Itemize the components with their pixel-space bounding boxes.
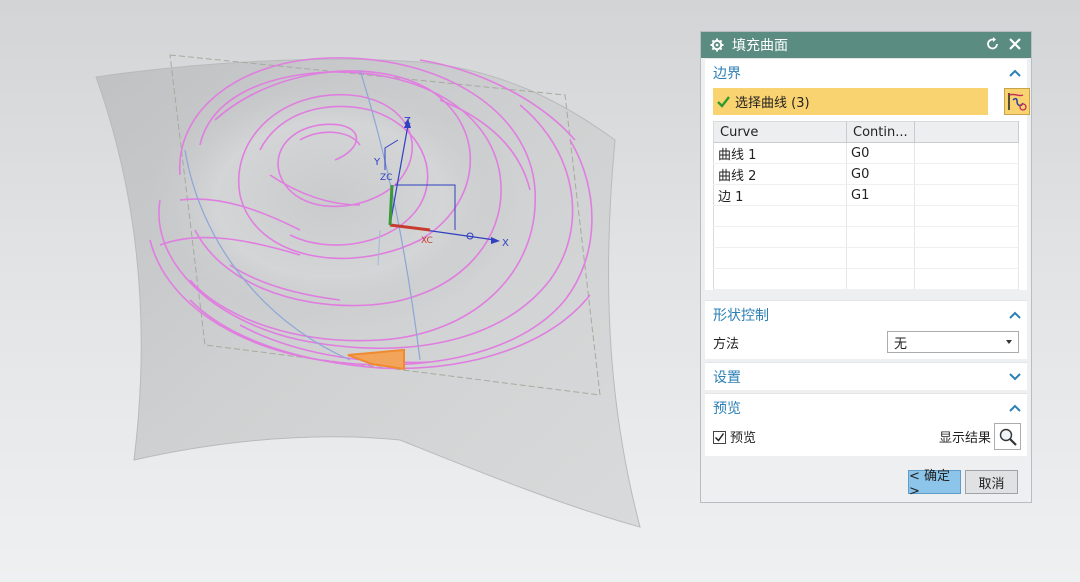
- axis-label-xc: XC: [421, 236, 433, 246]
- shape-control-header[interactable]: 形状控制: [705, 301, 1027, 328]
- settings-header-label: 设置: [713, 369, 741, 386]
- curve-select-button[interactable]: [1004, 88, 1030, 115]
- method-label: 方法: [713, 336, 740, 352]
- preview-checkbox[interactable]: [713, 431, 726, 444]
- dialog-title: 填充曲面: [732, 38, 788, 54]
- column-header-continuity[interactable]: Contin...: [846, 121, 915, 143]
- curves-table: Curve Contin... 曲线 1 G0 曲线 2 G0 边 1 G1: [713, 121, 1020, 290]
- preview-header-label: 预览: [713, 400, 741, 417]
- dialog-titlebar: 填充曲面: [701, 32, 1031, 58]
- ok-button[interactable]: < 确定 >: [908, 469, 961, 499]
- axis-label-x: X: [502, 238, 509, 249]
- chevron-up-icon[interactable]: [1009, 404, 1021, 412]
- empty-row: [713, 268, 1020, 290]
- gear-icon: [710, 38, 724, 52]
- axis-label-zc: ZC: [380, 173, 392, 183]
- empty-row: [713, 205, 1020, 227]
- method-select[interactable]: 无: [887, 331, 1019, 353]
- cancel-button[interactable]: 取消: [965, 470, 1018, 494]
- continuity-cell[interactable]: G0: [846, 163, 915, 185]
- check-icon: [717, 95, 730, 108]
- empty-cell: [914, 163, 1020, 185]
- table-row[interactable]: 边 1 G1: [713, 184, 1020, 206]
- chevron-up-icon[interactable]: [1009, 69, 1021, 77]
- empty-cell: [914, 142, 1020, 164]
- boundary-section-header[interactable]: 边界: [705, 59, 1027, 86]
- settings-header[interactable]: 设置: [705, 363, 1027, 390]
- fill-surface-dialog: 填充曲面 边界 选择曲线 (3) Curve Contin... 曲线 1 G0…: [700, 31, 1032, 503]
- checkmark-icon: [714, 433, 725, 442]
- column-header-curve[interactable]: Curve: [713, 121, 847, 143]
- axis-label-z: Z: [404, 116, 411, 127]
- empty-row: [713, 226, 1020, 248]
- show-result-button[interactable]: [994, 423, 1021, 450]
- shape-control-section: 形状控制 方法 无: [705, 300, 1027, 359]
- table-row[interactable]: 曲线 2 G0: [713, 163, 1020, 185]
- empty-row: [713, 247, 1020, 269]
- method-value: 无: [894, 336, 908, 352]
- graphics-viewport[interactable]: Z X XC ZC Y: [0, 0, 690, 582]
- curve-cell: 曲线 1: [713, 142, 847, 164]
- continuity-cell[interactable]: G0: [846, 142, 915, 164]
- close-icon[interactable]: [1007, 36, 1023, 52]
- curve-cell: 边 1: [713, 184, 847, 206]
- preview-header[interactable]: 预览: [705, 394, 1027, 421]
- curve-cell: 曲线 2: [713, 163, 847, 185]
- chevron-down-icon[interactable]: [1009, 372, 1021, 381]
- boundary-section: 边界 选择曲线 (3) Curve Contin... 曲线 1 G0 曲线 2…: [705, 58, 1030, 290]
- settings-section: 设置: [705, 362, 1027, 390]
- table-row[interactable]: 曲线 1 G0: [713, 142, 1020, 164]
- shape-control-header-label: 形状控制: [713, 307, 769, 324]
- column-header-empty: [914, 121, 1020, 143]
- chevron-up-icon[interactable]: [1009, 311, 1021, 319]
- select-curve-label: 选择曲线 (3): [735, 96, 810, 111]
- magnifier-icon: [999, 428, 1017, 446]
- axis-label-y: Y: [373, 157, 381, 168]
- preview-checkbox-row[interactable]: 预览: [713, 427, 756, 446]
- empty-cell: [914, 184, 1020, 206]
- continuity-cell[interactable]: G1: [846, 184, 915, 206]
- show-result-label: 显示结果: [938, 431, 991, 446]
- dropdown-caret-icon: [1006, 340, 1012, 344]
- reset-icon[interactable]: [985, 36, 1001, 52]
- curve-pick-icon: [1008, 93, 1027, 111]
- boundary-header-label: 边界: [713, 65, 741, 82]
- preview-checkbox-label: 预览: [730, 431, 757, 446]
- preview-section: 预览 预览 显示结果: [705, 393, 1027, 456]
- select-curve-row[interactable]: 选择曲线 (3): [713, 88, 1030, 115]
